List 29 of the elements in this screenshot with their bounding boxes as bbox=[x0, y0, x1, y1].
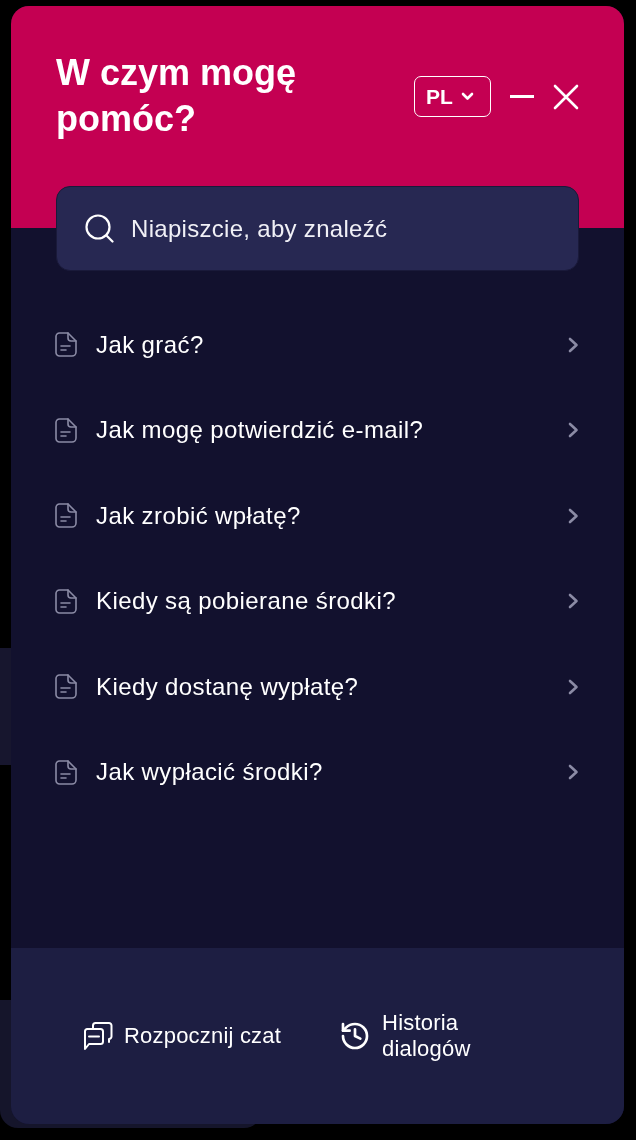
search-field[interactable]: Niapiszcie, aby znaleźć bbox=[56, 186, 579, 271]
article-link[interactable]: Jak mogę potwierdzić e-mail? bbox=[11, 387, 624, 473]
chevron-down-icon bbox=[460, 92, 474, 101]
close-button[interactable] bbox=[553, 83, 579, 110]
article-link[interactable]: Kiedy dostanę wypłatę? bbox=[11, 644, 624, 730]
language-select[interactable]: PL bbox=[414, 76, 491, 117]
chevron-right-icon bbox=[568, 764, 579, 781]
start-chat-button[interactable]: Rozpocznij czat bbox=[83, 1021, 282, 1051]
document-icon bbox=[55, 417, 77, 443]
history-button[interactable]: Historia dialogów bbox=[339, 1010, 483, 1062]
article-link[interactable]: Kiedy są pobierane środki? bbox=[11, 558, 624, 644]
article-link[interactable]: Jak wypłacić środki? bbox=[11, 729, 624, 815]
chevron-right-icon bbox=[568, 678, 579, 695]
chevron-right-icon bbox=[568, 422, 579, 439]
chevron-right-icon bbox=[568, 336, 579, 353]
article-link[interactable]: Jak zrobić wpłatę? bbox=[11, 473, 624, 559]
chevron-right-icon bbox=[568, 593, 579, 610]
widget-title: W czym mogę pomóc? bbox=[56, 51, 298, 141]
chat-bubbles-icon bbox=[83, 1021, 113, 1051]
document-icon bbox=[55, 503, 77, 529]
chevron-right-icon bbox=[568, 507, 579, 524]
document-icon bbox=[55, 332, 77, 358]
minimize-icon bbox=[510, 95, 534, 98]
document-icon bbox=[55, 588, 77, 614]
close-icon bbox=[553, 83, 579, 110]
document-icon bbox=[55, 674, 77, 700]
article-link[interactable]: Jak grać? bbox=[11, 302, 624, 388]
document-icon bbox=[55, 759, 77, 785]
search-icon bbox=[85, 214, 114, 243]
